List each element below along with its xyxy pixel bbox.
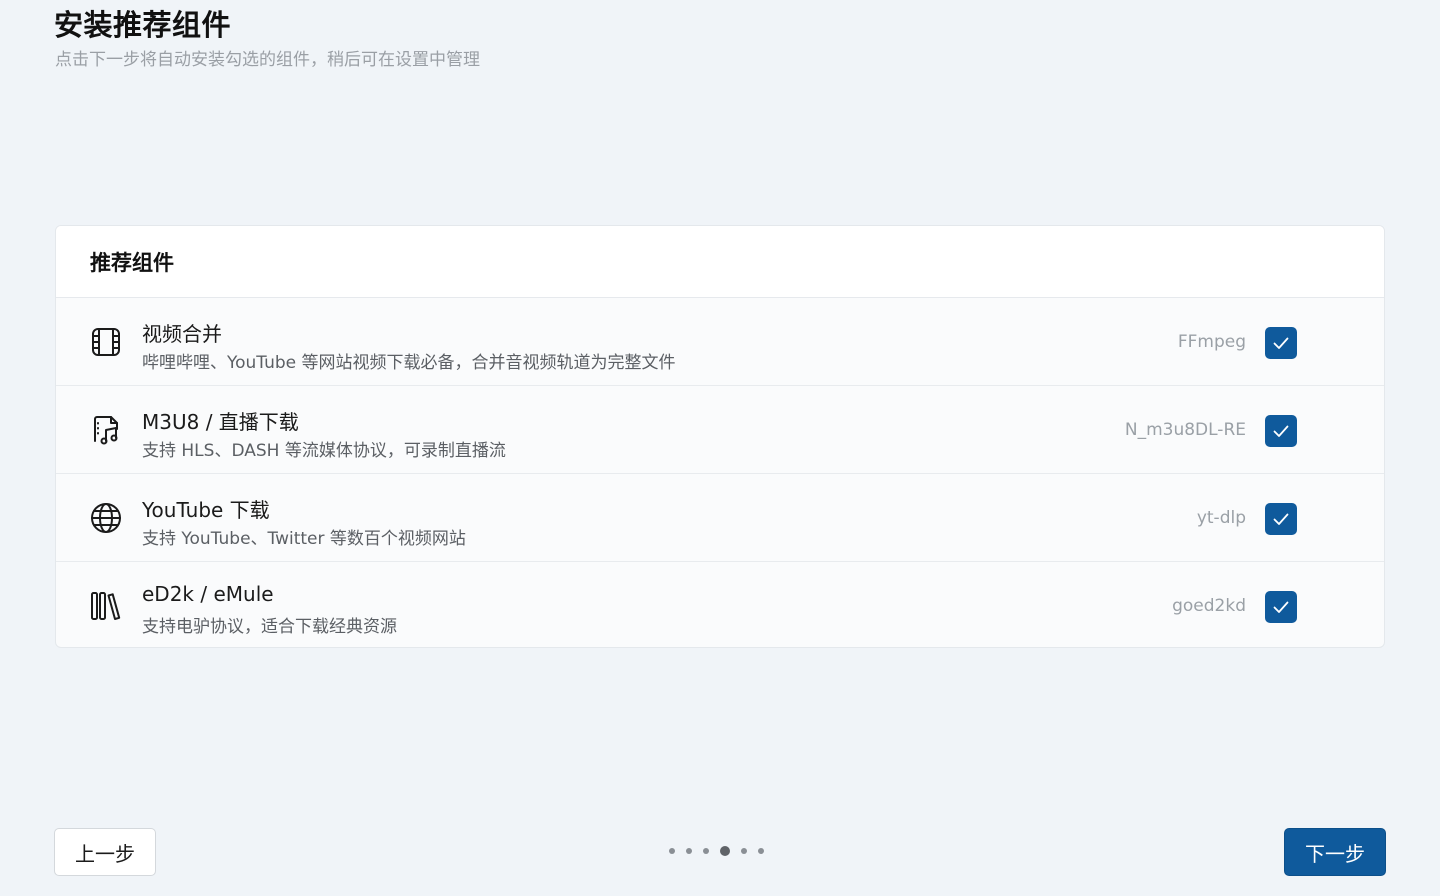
component-row-youtube[interactable]: YouTube 下载 支持 YouTube、Twitter 等数百个视频网站 y…: [56, 474, 1384, 562]
recommended-components-card: 推荐组件 视频合并 哔哩哔哩、YouTube 等网站视频下载必备，合并音视频轨道…: [55, 225, 1385, 648]
next-button[interactable]: 下一步: [1284, 828, 1386, 876]
step-dot: [758, 848, 764, 854]
component-title: M3U8 / 直播下载: [142, 410, 299, 434]
component-title: eD2k / eMule: [142, 582, 274, 606]
component-row-ed2k[interactable]: eD2k / eMule 支持电驴协议，适合下载经典资源 goed2kd: [56, 562, 1384, 647]
step-dot: [686, 848, 692, 854]
library-icon: [89, 589, 123, 623]
back-button[interactable]: 上一步: [54, 828, 156, 876]
step-dot-active: [720, 846, 730, 856]
checkmark-icon: [1273, 337, 1289, 349]
component-description: 哔哩哔哩、YouTube 等网站视频下载必备，合并音视频轨道为完整文件: [142, 353, 676, 373]
component-checkbox-video-merge[interactable]: [1265, 327, 1297, 359]
step-dot: [703, 848, 709, 854]
component-row-m3u8[interactable]: M3U8 / 直播下载 支持 HLS、DASH 等流媒体协议，可录制直播流 N_…: [56, 386, 1384, 474]
music-file-icon: [89, 413, 123, 447]
component-row-video-merge[interactable]: 视频合并 哔哩哔哩、YouTube 等网站视频下载必备，合并音视频轨道为完整文件…: [56, 298, 1384, 386]
component-package-name: N_m3u8DL-RE: [1124, 420, 1246, 440]
component-title: YouTube 下载: [142, 498, 270, 522]
checkmark-icon: [1273, 425, 1289, 437]
component-checkbox-youtube[interactable]: [1265, 503, 1297, 535]
card-title: 推荐组件: [90, 250, 174, 275]
step-dot: [669, 848, 675, 854]
component-package-name: yt-dlp: [1196, 508, 1246, 528]
page-title: 安装推荐组件: [54, 8, 232, 42]
component-description: 支持电驴协议，适合下载经典资源: [142, 617, 397, 637]
globe-icon: [89, 501, 123, 535]
component-description: 支持 HLS、DASH 等流媒体协议，可录制直播流: [142, 441, 506, 461]
page-subtitle: 点击下一步将自动安装勾选的组件，稍后可在设置中管理: [55, 50, 480, 70]
component-package-name: FFmpeg: [1177, 332, 1246, 352]
film-icon: [89, 325, 123, 359]
component-package-name: goed2kd: [1172, 596, 1246, 616]
checkmark-icon: [1273, 601, 1289, 613]
component-title: 视频合并: [142, 322, 222, 346]
step-indicator: [669, 846, 764, 856]
component-checkbox-m3u8[interactable]: [1265, 415, 1297, 447]
step-dot: [741, 848, 747, 854]
setup-wizard-page: 安装推荐组件 点击下一步将自动安装勾选的组件，稍后可在设置中管理 推荐组件 视频…: [0, 0, 1440, 896]
checkmark-icon: [1273, 513, 1289, 525]
component-checkbox-ed2k[interactable]: [1265, 591, 1297, 623]
card-header: 推荐组件: [56, 226, 1384, 298]
component-description: 支持 YouTube、Twitter 等数百个视频网站: [142, 529, 466, 549]
